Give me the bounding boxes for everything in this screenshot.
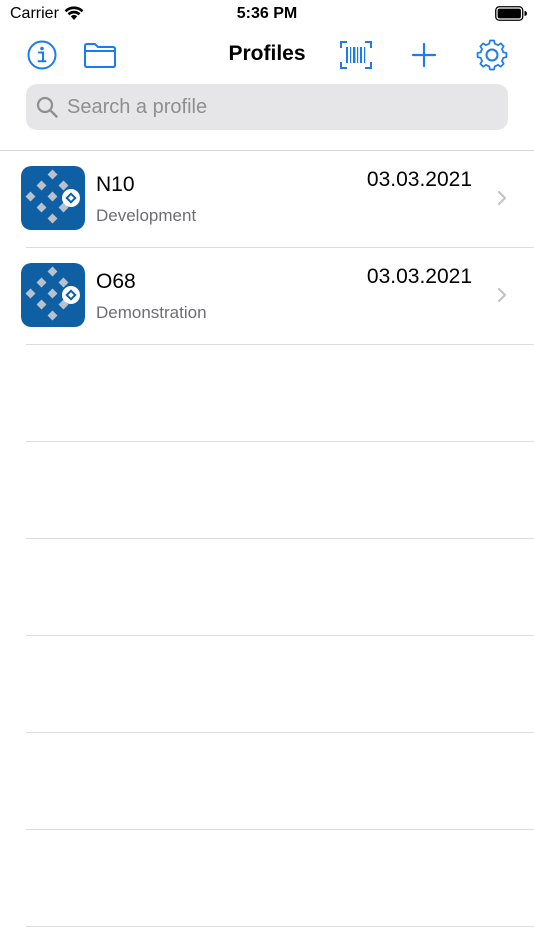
settings-button[interactable] (475, 38, 509, 72)
folder-button[interactable] (83, 38, 117, 72)
profile-subtitle: Development (96, 206, 197, 225)
profile-name: N10 (96, 173, 135, 196)
empty-row (0, 345, 534, 442)
profiles-screen: Carrier 5:36 PM Profiles Search a profil… (0, 0, 534, 950)
profile-row[interactable]: O68 Demonstration 03.03.2021 (0, 248, 534, 345)
gear-icon (476, 39, 508, 71)
plus-icon (411, 42, 437, 68)
row-divider (26, 926, 534, 927)
search-input[interactable] (65, 86, 489, 128)
profile-name: O68 (96, 270, 136, 293)
folder-icon (84, 43, 116, 68)
empty-row (0, 830, 534, 927)
info-button[interactable] (25, 38, 59, 72)
empty-row (0, 539, 534, 636)
profile-subtitle: Demonstration (96, 303, 207, 322)
profile-app-icon (21, 166, 85, 230)
add-profile-button[interactable] (407, 38, 441, 72)
chevron-right-icon (497, 287, 507, 303)
empty-row (0, 733, 534, 830)
battery-icon (495, 6, 527, 21)
search-icon (36, 96, 58, 118)
status-bar: Carrier 5:36 PM (0, 0, 534, 28)
profile-row[interactable]: N10 Development 03.03.2021 (0, 151, 534, 248)
barcode-scan-button[interactable] (339, 38, 373, 72)
profile-date: 03.03.2021 (366, 168, 472, 191)
info-icon (27, 40, 57, 70)
profile-app-icon (21, 263, 85, 327)
status-time: 5:36 PM (236, 5, 298, 22)
profile-date: 03.03.2021 (366, 265, 472, 288)
chevron-right-icon (497, 190, 507, 206)
profiles-list: N10 Development 03.03.2021 O68 Demonstra… (0, 151, 534, 927)
barcode-scan-icon (340, 41, 372, 69)
navigation-bar: Profiles (0, 28, 534, 80)
page-title: Profiles (228, 42, 306, 65)
search-bar[interactable] (26, 84, 508, 130)
empty-row (0, 636, 534, 733)
empty-row (0, 442, 534, 539)
